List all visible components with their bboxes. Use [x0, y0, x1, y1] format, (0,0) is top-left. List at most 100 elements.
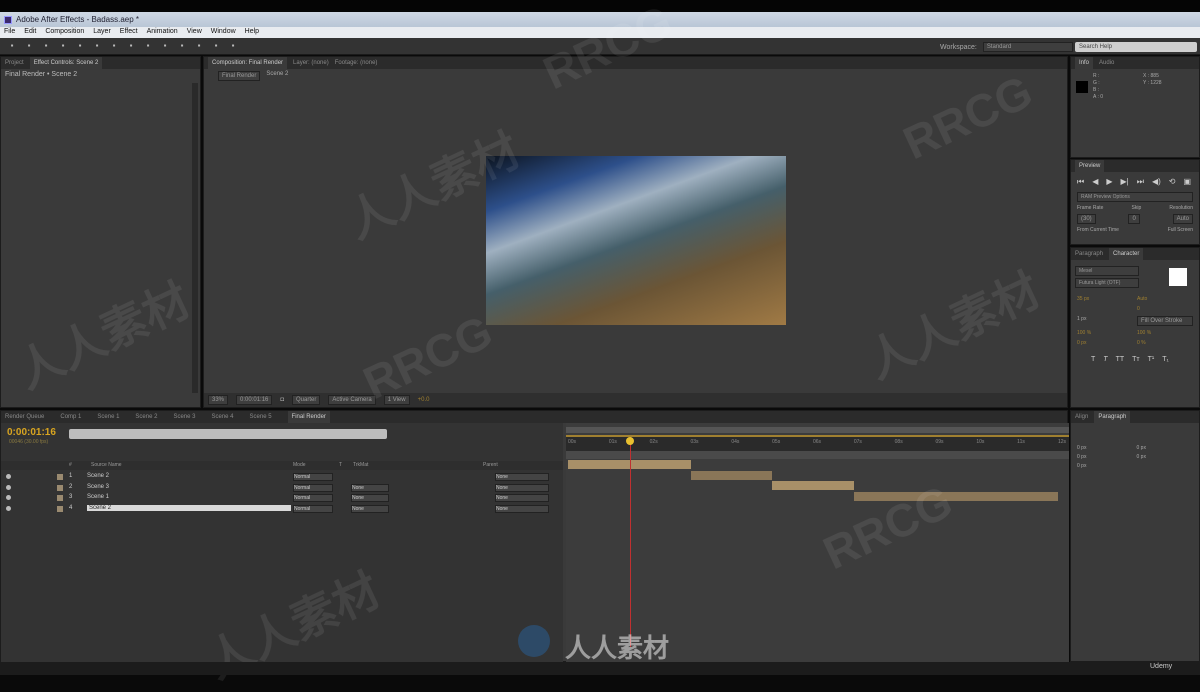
- label-color-icon[interactable]: [57, 474, 63, 480]
- tab-render-queue[interactable]: Render Queue: [5, 414, 44, 420]
- mask-tool-icon[interactable]: ▪: [110, 42, 118, 50]
- composition-frame[interactable]: [486, 156, 786, 325]
- zoom-dropdown[interactable]: 33%: [208, 395, 229, 405]
- tab-comp-1[interactable]: Comp 1: [60, 414, 81, 420]
- full-screen-checkbox[interactable]: Full Screen: [1168, 227, 1193, 233]
- menu-help[interactable]: Help: [245, 28, 259, 37]
- text-tool-icon[interactable]: ▪: [144, 42, 152, 50]
- stroke-type-dropdown[interactable]: Fill Over Stroke: [1137, 316, 1193, 326]
- font-size-field[interactable]: 35 px: [1077, 296, 1133, 302]
- layer-name[interactable]: Scene 2: [87, 504, 291, 511]
- kerning-field[interactable]: [1077, 306, 1133, 312]
- layer-name[interactable]: Scene 2: [87, 473, 109, 479]
- help-search-input[interactable]: Search Help: [1075, 42, 1197, 52]
- audio-icon[interactable]: ◀): [1152, 177, 1161, 187]
- tab-final-render[interactable]: Final Render: [287, 411, 330, 423]
- paragraph-indent-field[interactable]: 0 px: [1137, 454, 1194, 460]
- frame-rate-field[interactable]: (30): [1077, 214, 1096, 224]
- layer-row[interactable]: 2 Scene 3 Normal None None: [1, 483, 563, 493]
- tab-info[interactable]: Info: [1075, 57, 1094, 69]
- timecode-display[interactable]: 0:00:01:16: [236, 395, 273, 405]
- paragraph-indent-field[interactable]: 0 px: [1077, 463, 1134, 469]
- time-navigator[interactable]: [566, 451, 1069, 459]
- last-frame-icon[interactable]: ⏭: [1137, 177, 1144, 187]
- scrollbar[interactable]: [192, 83, 198, 393]
- current-time-display[interactable]: 0:00:01:16: [7, 427, 56, 438]
- tab-footage[interactable]: Footage: (none): [335, 60, 378, 66]
- tab-scene-2[interactable]: Scene 2: [135, 414, 157, 420]
- prev-frame-icon[interactable]: ◀: [1092, 177, 1098, 187]
- label-color-icon[interactable]: [57, 484, 63, 491]
- paragraph-indent-field[interactable]: 0 px: [1077, 445, 1134, 451]
- tab-composition[interactable]: Composition: Final Render: [208, 57, 288, 69]
- fill-color-swatch[interactable]: [1169, 268, 1187, 286]
- layer-duration-bar[interactable]: [568, 460, 691, 469]
- tab-layer[interactable]: Layer: (none): [293, 60, 329, 66]
- camera-icon[interactable]: ◘: [280, 397, 284, 403]
- tab-scene-5[interactable]: Scene 5: [250, 414, 272, 420]
- menu-animation[interactable]: Animation: [147, 28, 178, 37]
- menu-view[interactable]: View: [187, 28, 202, 37]
- workspace-dropdown[interactable]: Standard: [982, 42, 1073, 52]
- mode-dropdown[interactable]: Normal: [293, 504, 333, 513]
- subtab-final-render[interactable]: Final Render: [218, 71, 261, 81]
- mode-dropdown[interactable]: Normal: [293, 494, 333, 502]
- zoom-tool-icon[interactable]: ▪: [42, 42, 50, 50]
- tab-character[interactable]: Character: [1109, 248, 1144, 260]
- trkmat-dropdown[interactable]: None: [351, 504, 389, 513]
- layer-row[interactable]: 1 Scene 2 Normal None: [1, 472, 563, 482]
- play-icon[interactable]: ▶: [1106, 177, 1112, 187]
- tracking-field[interactable]: 0: [1137, 306, 1193, 312]
- layer-name[interactable]: Scene 3: [87, 484, 109, 490]
- eye-icon[interactable]: [6, 474, 11, 479]
- time-ruler[interactable]: 00s 01s 02s 03s 04s 05s 06s 07s 08s 09s 10s 11s 12s: [566, 435, 1069, 451]
- pen-tool-icon[interactable]: ▪: [127, 42, 135, 50]
- vertical-scale-field[interactable]: 100 %: [1077, 330, 1133, 336]
- tab-align[interactable]: Align: [1075, 414, 1088, 420]
- faux-bold-icon[interactable]: T: [1091, 356, 1095, 363]
- resolution-dropdown[interactable]: Quarter: [292, 395, 321, 405]
- menu-composition[interactable]: Composition: [45, 28, 84, 37]
- baseline-shift-field[interactable]: 0 px: [1077, 340, 1133, 346]
- camera-dropdown[interactable]: Active Camera: [328, 395, 376, 405]
- font-family-dropdown[interactable]: Mesel: [1075, 266, 1139, 276]
- all-caps-icon[interactable]: TT: [1116, 356, 1125, 363]
- subscript-icon[interactable]: T₁: [1162, 356, 1169, 363]
- tab-paragraph-2[interactable]: Paragraph: [1094, 411, 1131, 423]
- parent-dropdown[interactable]: None: [495, 483, 549, 492]
- subtab-scene[interactable]: Scene 2: [266, 71, 288, 81]
- tab-paragraph[interactable]: Paragraph: [1075, 251, 1103, 257]
- horizontal-scale-field[interactable]: 100 %: [1137, 330, 1193, 336]
- tab-audio[interactable]: Audio: [1099, 60, 1114, 66]
- parent-dropdown[interactable]: None: [495, 504, 549, 513]
- superscript-icon[interactable]: T¹: [1148, 356, 1155, 363]
- menu-effect[interactable]: Effect: [120, 28, 138, 37]
- roto-brush-tool-icon[interactable]: ▪: [212, 42, 220, 50]
- leading-field[interactable]: Auto: [1137, 296, 1193, 302]
- mode-dropdown[interactable]: Normal: [293, 483, 333, 492]
- work-area-bar[interactable]: [566, 427, 1069, 433]
- paragraph-indent-field[interactable]: 0 px: [1137, 445, 1194, 451]
- ram-preview-icon[interactable]: ▣: [1183, 177, 1191, 187]
- tab-effect-controls[interactable]: Effect Controls: Scene 2: [29, 57, 103, 69]
- resolution-field[interactable]: Auto: [1172, 214, 1193, 224]
- tab-preview[interactable]: Preview: [1075, 160, 1105, 172]
- brush-tool-icon[interactable]: ▪: [161, 42, 169, 50]
- layer-duration-bar[interactable]: [772, 481, 854, 490]
- layer-row[interactable]: 4 Scene 2 Normal None None: [1, 504, 563, 514]
- parent-dropdown[interactable]: None: [495, 494, 549, 502]
- layer-duration-bar[interactable]: [690, 470, 773, 480]
- trkmat-dropdown[interactable]: None: [351, 483, 389, 492]
- selection-tool-icon[interactable]: ▪: [8, 42, 16, 50]
- paragraph-indent-field[interactable]: 0 px: [1077, 454, 1134, 460]
- eye-icon[interactable]: [6, 484, 11, 490]
- tab-project[interactable]: Project: [5, 60, 24, 66]
- puppet-pin-tool-icon[interactable]: ▪: [229, 42, 237, 50]
- first-frame-icon[interactable]: ⏮: [1077, 177, 1084, 187]
- menu-window[interactable]: Window: [211, 28, 236, 37]
- menu-edit[interactable]: Edit: [24, 28, 36, 37]
- tsume-field[interactable]: 0 %: [1137, 340, 1193, 346]
- rotate-tool-icon[interactable]: ▪: [59, 42, 67, 50]
- from-current-time-checkbox[interactable]: From Current Time: [1077, 227, 1119, 233]
- trkmat-dropdown[interactable]: None: [351, 494, 389, 502]
